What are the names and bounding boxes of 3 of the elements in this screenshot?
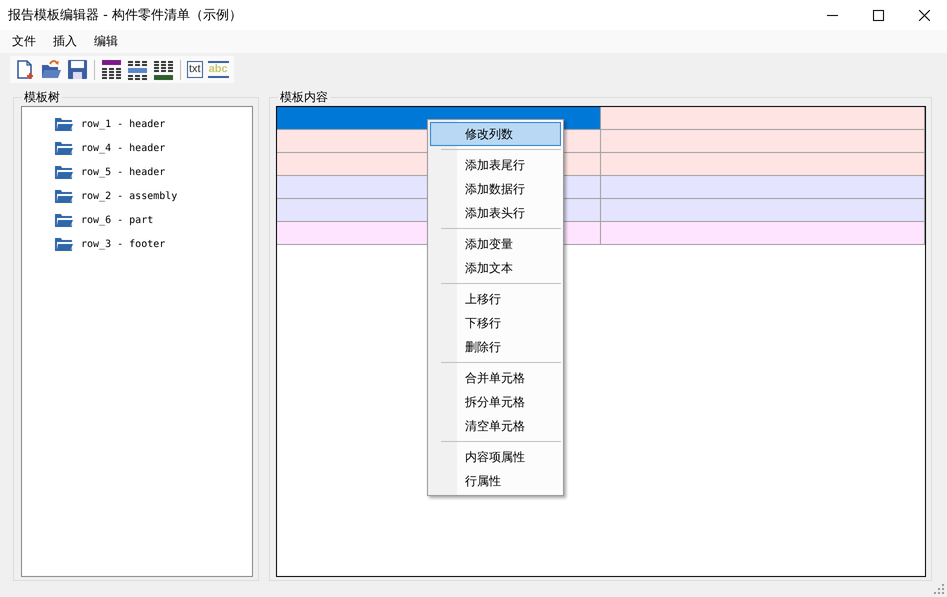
group-title: 模板树 (23, 89, 61, 106)
window-title: 报告模板编辑器 - 构件零件清单（示例） (7, 7, 242, 24)
group-title: 模板内容 (279, 89, 329, 106)
